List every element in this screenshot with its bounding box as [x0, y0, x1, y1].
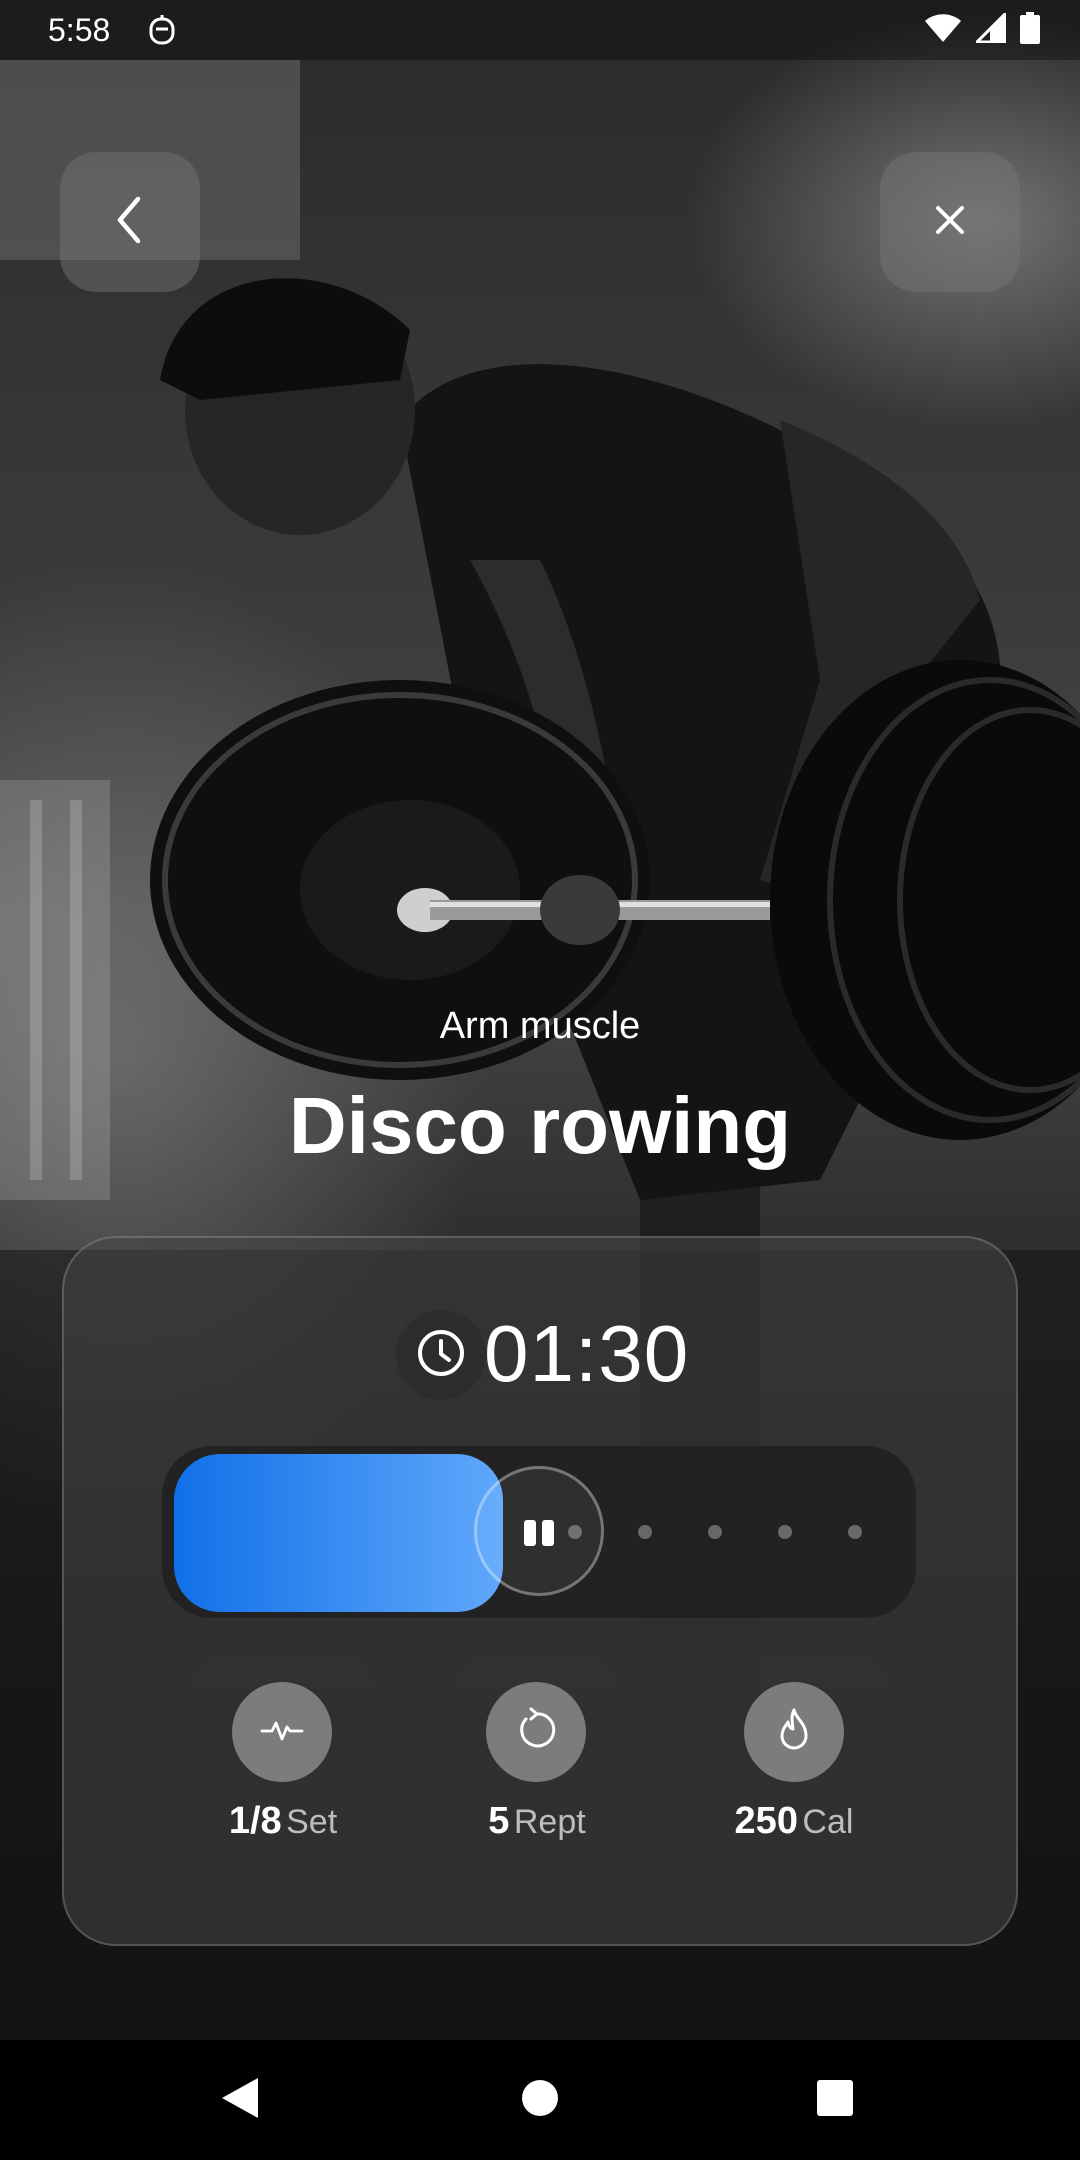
close-button[interactable] — [880, 152, 1020, 292]
progress-step-dot — [638, 1525, 652, 1539]
pause-slider-handle[interactable] — [474, 1466, 604, 1596]
workout-title: Disco rowing — [288, 1081, 792, 1170]
progress-step-dot — [708, 1525, 722, 1539]
workout-screen: 5:58 Arm muscle Disco rowing 01:30 1/8 S… — [0, 0, 1080, 2160]
back-button[interactable] — [60, 152, 200, 292]
progress-step-dot — [568, 1525, 582, 1539]
timer-icon-badge — [396, 1310, 486, 1400]
stat-calories-icon-badge — [744, 1682, 844, 1782]
repeat-icon — [513, 1707, 559, 1758]
cell-signal-icon — [973, 10, 1007, 48]
stat-reps-value: 5 — [488, 1800, 510, 1842]
pause-icon-bar-right — [542, 1520, 554, 1546]
progress-step-dot — [848, 1525, 862, 1539]
stat-sets-icon-badge — [232, 1682, 332, 1782]
nav-home-button[interactable] — [500, 2060, 580, 2140]
stat-calories: 250 Cal — [664, 1800, 924, 1843]
stat-sets-unit: Set — [286, 1803, 338, 1841]
nav-home-icon — [520, 2078, 560, 2123]
activity-pulse-icon — [260, 1715, 304, 1750]
stat-reps: 5 Rept — [407, 1800, 667, 1843]
stat-reps-unit: Rept — [513, 1803, 586, 1841]
close-icon — [933, 203, 967, 242]
nav-recents-button[interactable] — [795, 2060, 875, 2140]
nav-recents-icon — [816, 2079, 854, 2122]
chevron-left-icon — [110, 195, 150, 250]
status-time: 5:58 — [48, 12, 111, 48]
stat-calories-value: 250 — [734, 1800, 798, 1842]
flame-icon — [774, 1707, 814, 1758]
progress-step-dot — [778, 1525, 792, 1539]
app-notification-icon — [148, 14, 176, 51]
wifi-icon — [924, 13, 962, 48]
stat-reps-icon-badge — [486, 1682, 586, 1782]
pause-icon-bar-left — [524, 1520, 536, 1546]
nav-back-icon — [220, 2076, 260, 2125]
progress-fill — [174, 1454, 503, 1612]
clock-icon — [415, 1327, 467, 1384]
stat-sets: 1/8 Set — [153, 1800, 413, 1843]
nav-back-button[interactable] — [200, 2060, 280, 2140]
battery-icon — [1020, 12, 1040, 49]
workout-category: Arm muscle — [439, 1005, 641, 1047]
timer-value: 01:30 — [484, 1309, 690, 1398]
status-bar: 5:58 — [0, 0, 1080, 60]
stat-calories-unit: Cal — [802, 1803, 854, 1841]
stat-sets-value: 1/8 — [228, 1800, 282, 1842]
